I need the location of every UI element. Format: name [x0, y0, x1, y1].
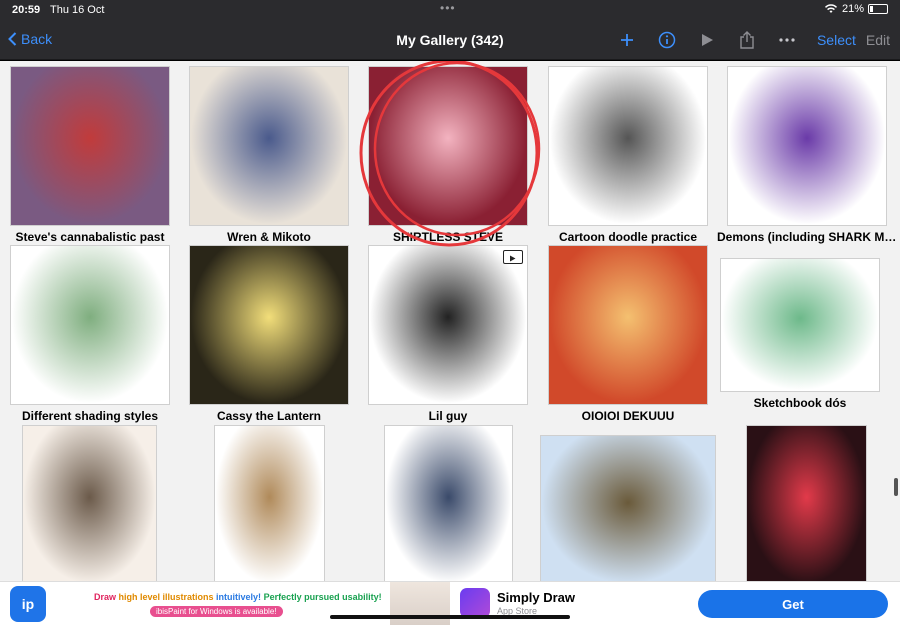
artwork-thumbnail[interactable] [22, 425, 157, 581]
ad-headline-part: intuitively! [216, 592, 264, 602]
artwork-thumbnail[interactable] [727, 66, 887, 226]
artwork-thumbnail[interactable] [384, 425, 513, 581]
artwork-thumbnail[interactable] [368, 66, 528, 226]
ad-headline-part: Perfectly pursued usability! [263, 592, 382, 602]
battery-icon [868, 4, 888, 14]
chevron-left-icon [8, 32, 17, 46]
ad-product-name: Simply Draw [497, 590, 576, 605]
artwork-caption: Demons (including SHARK MA… [717, 230, 897, 244]
artwork-caption: Sketchbook dós [753, 396, 847, 410]
ad-headline: Draw high level illustrations intuitivel… [94, 592, 382, 602]
ad-subline: ibisPaint for Windows is available! [150, 606, 283, 617]
home-indicator [330, 615, 570, 619]
artwork-thumbnail[interactable] [214, 425, 325, 581]
play-icon[interactable] [687, 28, 727, 52]
artwork-thumbnail[interactable] [368, 245, 528, 405]
artwork-thumbnail[interactable] [548, 66, 708, 226]
artwork-caption: Cartoon doodle practice [558, 230, 698, 244]
artwork-caption: Cassy the Lantern [216, 409, 322, 423]
more-icon[interactable] [767, 28, 807, 52]
artwork-thumbnail[interactable] [548, 245, 708, 405]
simply-draw-app-icon[interactable] [460, 588, 490, 618]
select-button[interactable]: Select [817, 32, 856, 48]
get-button[interactable]: Get [698, 590, 888, 618]
ad-headline-part: Draw [94, 592, 119, 602]
artwork-thumbnail[interactable] [189, 245, 349, 405]
share-icon[interactable] [727, 28, 767, 52]
artwork-thumbnail[interactable] [189, 66, 349, 226]
artwork-thumbnail[interactable] [720, 258, 880, 392]
nav-actions: Select Edit [607, 28, 890, 52]
status-bar: 20:59 Thu 16 Oct ••• 21% [0, 0, 900, 20]
ibispaint-logo-icon[interactable]: ip [10, 586, 46, 622]
artwork-thumbnail[interactable] [746, 425, 867, 581]
artwork-caption: OIOIOI DEKUUU [581, 409, 675, 423]
artwork-thumbnail[interactable] [540, 435, 716, 581]
back-label: Back [21, 31, 53, 47]
artwork-caption: Wren & Mikoto [227, 230, 311, 244]
video-badge-icon [503, 250, 523, 264]
artwork-caption: Lil guy [428, 409, 468, 423]
artwork-thumbnail[interactable] [10, 245, 170, 405]
status-time: 20:59 [12, 4, 41, 16]
gallery-grid: Steve's cannabalistic past Wren & Mikoto S… [0, 61, 900, 581]
artwork-thumbnail[interactable] [10, 66, 170, 226]
nav-bar: Back My Gallery (342) Select Edit [0, 20, 900, 60]
status-date: Thu 16 Oct [50, 4, 105, 16]
scroll-indicator[interactable] [894, 478, 898, 496]
plus-icon[interactable] [607, 28, 647, 52]
artwork-caption: SHIRTLESS STEVE [392, 230, 504, 244]
artwork-caption: Different shading styles [21, 409, 159, 423]
artwork-caption: Steve's cannabalistic past [15, 230, 165, 244]
info-icon[interactable] [647, 28, 687, 52]
battery-percent: 21% [841, 3, 864, 15]
status-right: 21% [824, 3, 888, 15]
edit-button[interactable]: Edit [866, 32, 890, 48]
ad-headline-part: high level illustrations [118, 592, 217, 602]
back-button[interactable]: Back [8, 31, 52, 47]
multitasking-dots-icon[interactable]: ••• [440, 1, 456, 15]
wifi-icon [824, 4, 838, 13]
